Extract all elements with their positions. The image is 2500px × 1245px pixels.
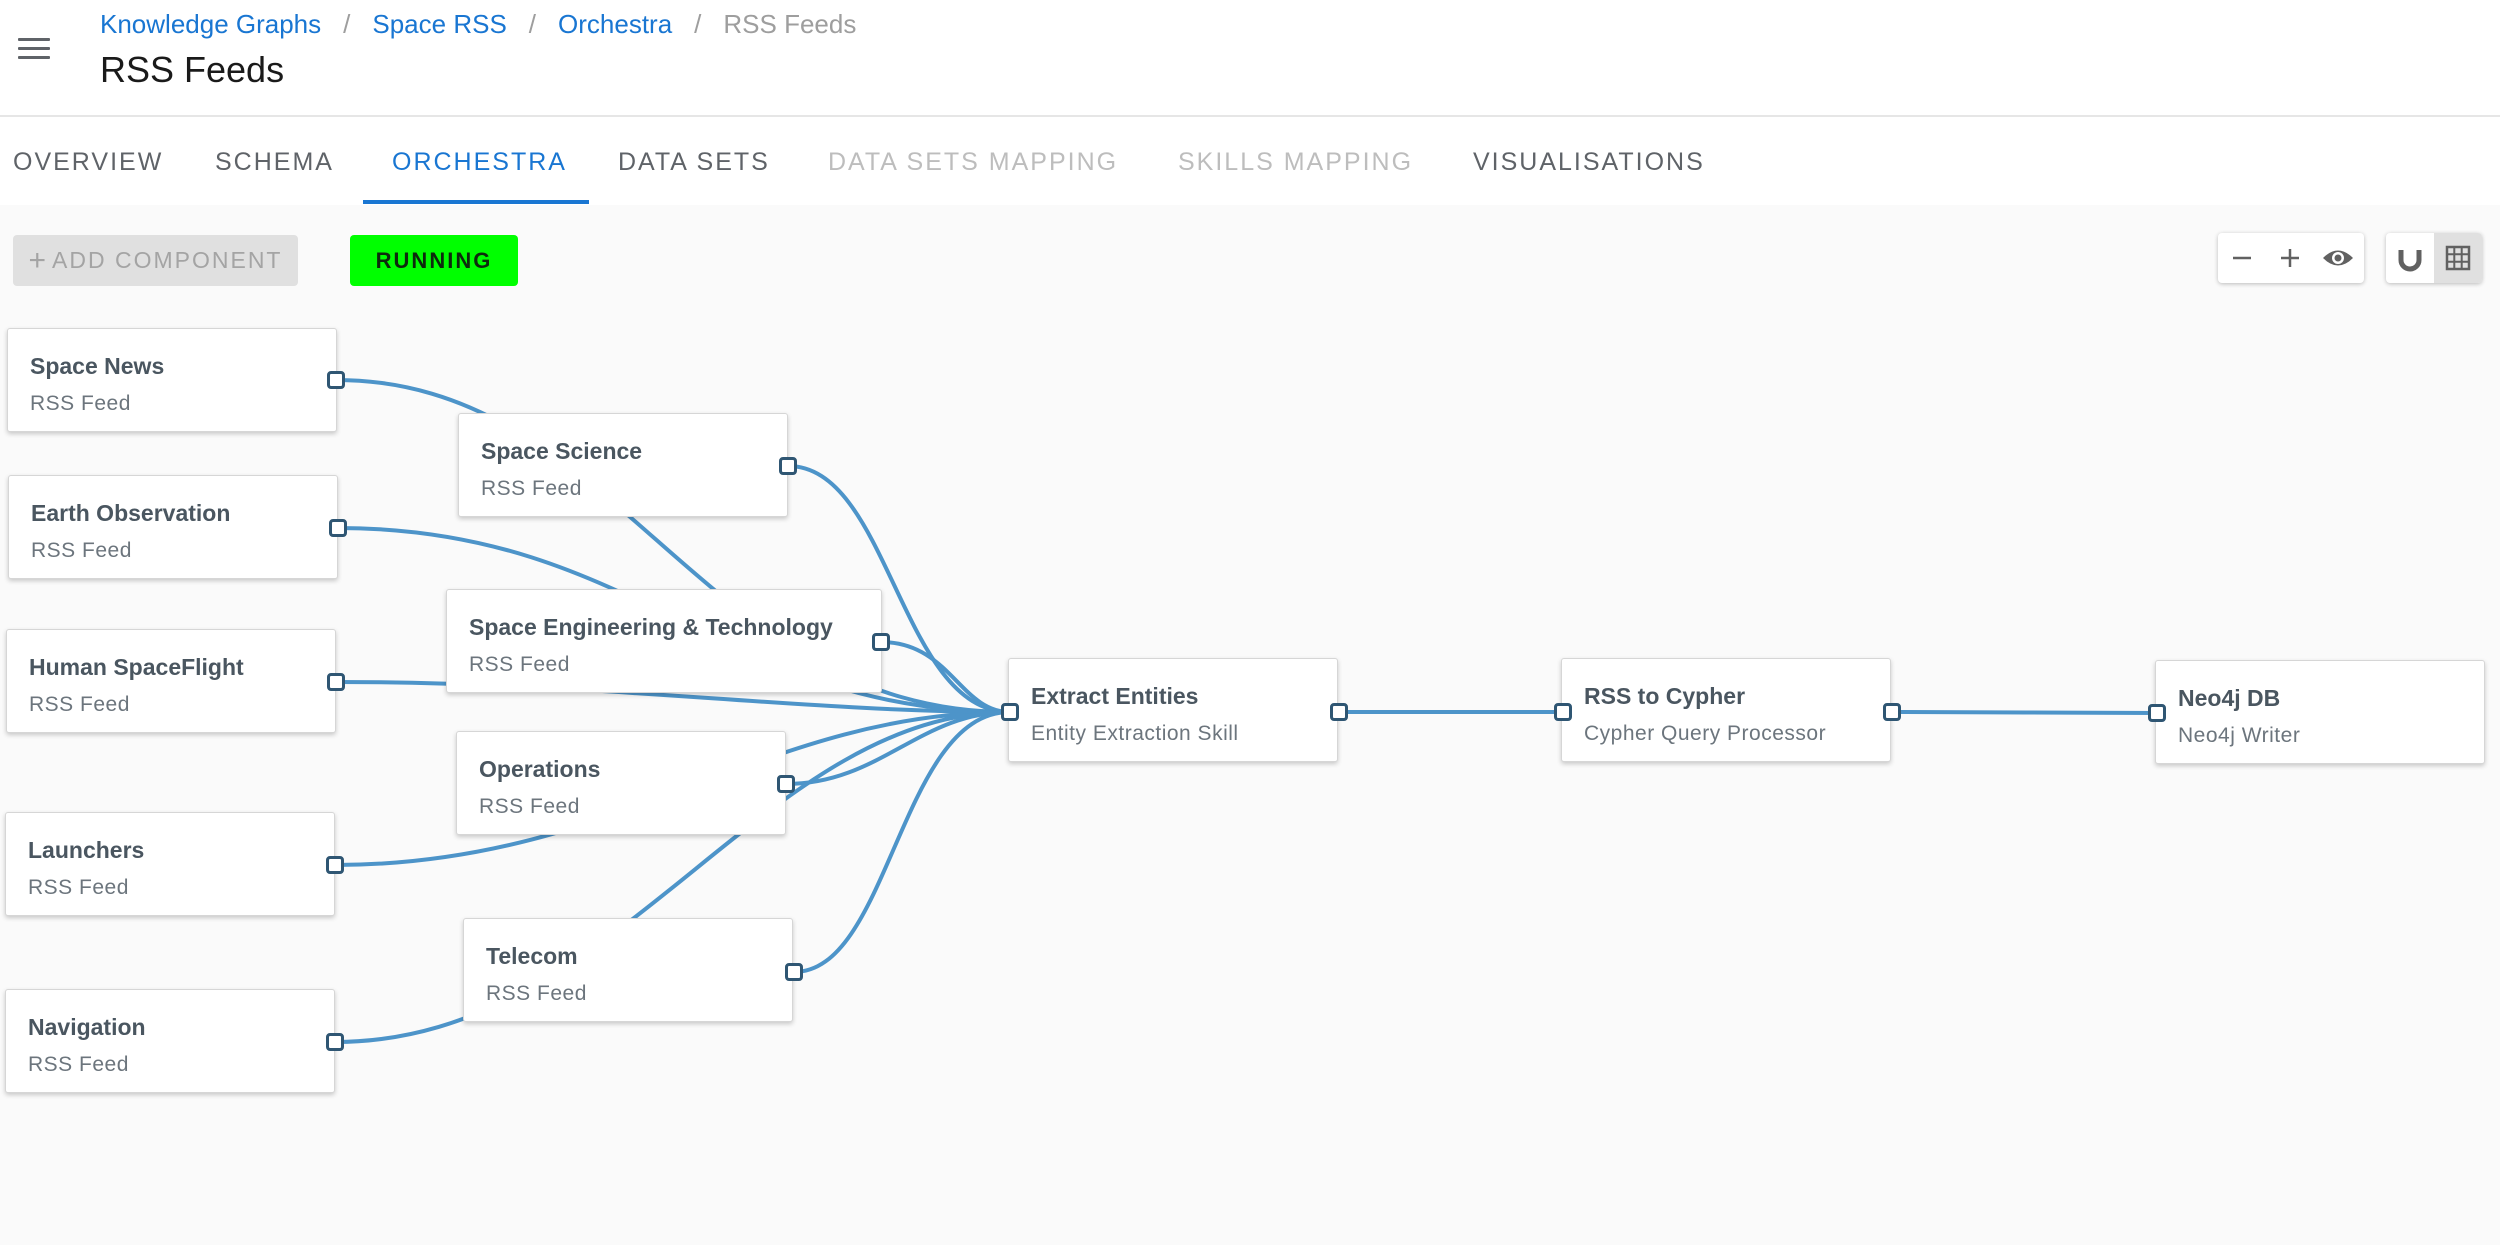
connection-edges bbox=[333, 378, 2159, 1044]
node-extract-entities[interactable]: Extract Entities Entity Extraction Skill bbox=[1008, 658, 1338, 762]
node-title: Operations bbox=[479, 756, 601, 782]
node-subtitle: RSS Feed bbox=[30, 392, 131, 415]
node-title: Neo4j DB bbox=[2178, 685, 2281, 711]
node-title: Telecom bbox=[486, 943, 578, 969]
edge-cypher-to-neo4j bbox=[1890, 710, 2159, 715]
output-port-operations[interactable] bbox=[777, 775, 795, 793]
output-port-human-spaceflight[interactable] bbox=[327, 673, 345, 691]
output-port-navigation[interactable] bbox=[326, 1033, 344, 1051]
node-subtitle: Entity Extraction Skill bbox=[1031, 722, 1239, 745]
input-port-rss-to-cypher[interactable] bbox=[1554, 703, 1572, 721]
node-launchers[interactable]: Launchers RSS Feed bbox=[5, 812, 335, 916]
output-port-telecom[interactable] bbox=[785, 963, 803, 981]
edge-telecom bbox=[792, 710, 1012, 974]
node-subtitle: RSS Feed bbox=[469, 653, 570, 676]
node-neo4j-db[interactable]: Neo4j DB Neo4j Writer bbox=[2155, 660, 2485, 764]
node-title: Space Science bbox=[481, 438, 643, 464]
node-subtitle: RSS Feed bbox=[31, 539, 132, 562]
node-operations[interactable]: Operations RSS Feed bbox=[456, 731, 786, 835]
node-title: Extract Entities bbox=[1031, 683, 1199, 709]
node-subtitle: RSS Feed bbox=[28, 1053, 129, 1076]
node-subtitle: Cypher Query Processor bbox=[1584, 722, 1827, 745]
node-human-spaceflight[interactable]: Human SpaceFlight RSS Feed bbox=[6, 629, 336, 733]
output-port-launchers[interactable] bbox=[326, 856, 344, 874]
node-title: Space News bbox=[30, 353, 165, 379]
output-port-earth-observation[interactable] bbox=[329, 519, 347, 537]
output-port-space-news[interactable] bbox=[327, 371, 345, 389]
node-space-engineering[interactable]: Space Engineering & Technology RSS Feed bbox=[446, 589, 882, 693]
node-earth-observation[interactable]: Earth Observation RSS Feed bbox=[8, 475, 338, 579]
node-title: Launchers bbox=[28, 837, 145, 863]
node-subtitle: RSS Feed bbox=[28, 876, 129, 899]
node-subtitle: RSS Feed bbox=[29, 693, 130, 716]
node-title: RSS to Cypher bbox=[1584, 683, 1746, 709]
input-port-extract-entities[interactable] bbox=[1001, 703, 1019, 721]
output-port-extract-entities[interactable] bbox=[1330, 703, 1348, 721]
node-subtitle: Neo4j Writer bbox=[2178, 724, 2301, 747]
output-port-space-engineering[interactable] bbox=[872, 633, 890, 651]
output-port-rss-to-cypher[interactable] bbox=[1883, 703, 1901, 721]
node-title: Human SpaceFlight bbox=[29, 654, 244, 680]
node-title: Space Engineering & Technology bbox=[469, 614, 833, 640]
node-space-news[interactable]: Space News RSS Feed bbox=[7, 328, 337, 432]
node-subtitle: RSS Feed bbox=[486, 982, 587, 1005]
node-telecom[interactable]: Telecom RSS Feed bbox=[463, 918, 793, 1022]
node-subtitle: RSS Feed bbox=[479, 795, 580, 818]
node-title: Navigation bbox=[28, 1014, 146, 1040]
node-space-science[interactable]: Space Science RSS Feed bbox=[458, 413, 788, 517]
node-subtitle: RSS Feed bbox=[481, 477, 582, 500]
input-port-neo4j-db[interactable] bbox=[2148, 704, 2166, 722]
node-navigation[interactable]: Navigation RSS Feed bbox=[5, 989, 335, 1093]
output-port-space-science[interactable] bbox=[779, 457, 797, 475]
node-title: Earth Observation bbox=[31, 500, 231, 526]
node-rss-to-cypher[interactable]: RSS to Cypher Cypher Query Processor bbox=[1561, 658, 1891, 762]
